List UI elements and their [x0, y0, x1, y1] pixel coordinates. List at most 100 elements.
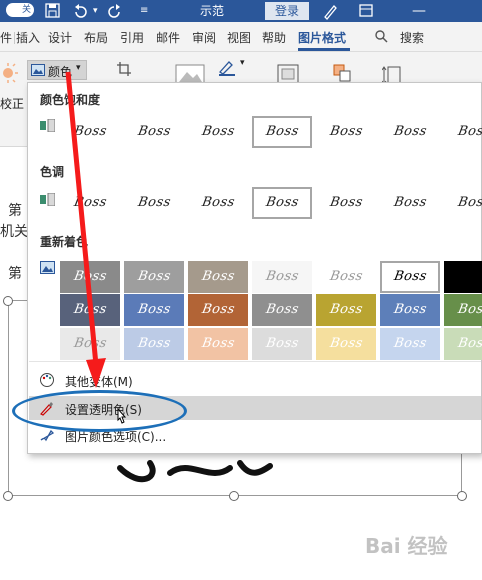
recolor-option[interactable]: Boss: [316, 328, 376, 360]
thumb-text: Boss: [200, 336, 236, 351]
thumb-text: Boss: [136, 269, 172, 284]
saturation-option[interactable]: Boss: [252, 116, 312, 148]
recolor-option[interactable]: Boss: [60, 328, 120, 360]
thumb-text: Boss: [72, 124, 108, 139]
sun-icon: [0, 62, 20, 87]
thumb-text: Boss: [72, 336, 108, 351]
saturation-option[interactable]: Boss: [380, 116, 440, 148]
tone-option[interactable]: Boss: [188, 187, 248, 219]
tab-review[interactable]: 审阅: [192, 29, 216, 46]
tone-option[interactable]: Boss: [60, 187, 120, 219]
recolor-option[interactable]: Boss: [380, 261, 440, 293]
doc-title: 示范: [200, 4, 225, 18]
login-button[interactable]: 登录: [265, 2, 309, 20]
autosave-toggle[interactable]: 关: [6, 3, 34, 17]
tone-icon: [40, 193, 55, 206]
saturation-option[interactable]: Boss: [124, 116, 184, 148]
recolor-option[interactable]: Boss: [188, 294, 248, 326]
tab-view[interactable]: 视图: [227, 29, 251, 46]
color-button[interactable]: 颜色 ▾: [27, 60, 87, 80]
search-icon[interactable]: [374, 29, 388, 46]
thumb-text: Boss: [392, 124, 428, 139]
tab-picture-format[interactable]: 图片格式: [298, 29, 346, 46]
more-variations-item[interactable]: 其他变体(M): [29, 368, 481, 392]
recolor-option[interactable]: Boss: [188, 328, 248, 360]
recolor-option[interactable]: Boss: [252, 328, 312, 360]
recolor-option[interactable]: Boss: [252, 261, 312, 293]
thumb-text: Boss: [328, 302, 364, 317]
color-icon: [31, 64, 45, 79]
tab-help[interactable]: 帮助: [262, 29, 286, 46]
tab-mailings[interactable]: 邮件: [156, 29, 180, 46]
thumb-text: Boss: [456, 336, 482, 351]
saturation-option[interactable]: Boss: [444, 116, 482, 148]
thumb-text: Boss: [328, 269, 364, 284]
thumb-text: Boss: [392, 336, 428, 351]
thumb-text: Boss: [264, 269, 300, 284]
tab-insert[interactable]: 插入: [16, 29, 40, 46]
recolor-option[interactable]: Boss: [380, 294, 440, 326]
thumb-text: Boss: [392, 195, 428, 210]
tone-heading: 色调: [40, 165, 65, 179]
thumb-text: Boss: [136, 195, 172, 210]
tab-layout[interactable]: 布局: [84, 29, 108, 46]
thumb-text: Boss: [328, 124, 364, 139]
correct-button[interactable]: 校正: [0, 95, 24, 112]
undo-icon[interactable]: [72, 0, 90, 22]
recolor-option[interactable]: Boss: [60, 294, 120, 326]
tone-option[interactable]: Boss: [252, 187, 312, 219]
recolor-option[interactable]: Boss: [252, 294, 312, 326]
save-icon[interactable]: [45, 0, 61, 22]
recolor-option[interactable]: Boss: [444, 328, 482, 360]
customize-toolbar-icon[interactable]: ≡: [140, 0, 148, 22]
thumb-text: Boss: [136, 302, 172, 317]
tone-option[interactable]: Boss: [316, 187, 376, 219]
recolor-option[interactable]: Boss: [316, 294, 376, 326]
tab-design[interactable]: 设计: [48, 29, 72, 46]
resize-handle[interactable]: [3, 491, 13, 501]
picture-border-icon[interactable]: [217, 58, 239, 79]
saturation-option[interactable]: Boss: [188, 116, 248, 148]
saturation-option[interactable]: Boss: [60, 116, 120, 148]
undo-dropdown-icon[interactable]: ▾: [93, 0, 98, 22]
recolor-option[interactable]: Boss: [380, 328, 440, 360]
watermark: Bai 经验: [365, 534, 448, 558]
thumb-text: Boss: [136, 336, 172, 351]
doc-text-line: 第: [8, 203, 22, 219]
thumb-text: Boss: [72, 269, 108, 284]
recolor-option[interactable]: Boss: [444, 261, 482, 293]
thumb-text: Boss: [72, 302, 108, 317]
thumb-text: Boss: [264, 302, 300, 317]
resize-handle[interactable]: [3, 296, 13, 306]
thumb-text: Boss: [200, 269, 236, 284]
tab-references[interactable]: 引用: [120, 29, 144, 46]
thumb-text: Boss: [456, 124, 482, 139]
chevron-down-icon: ▾: [76, 63, 81, 73]
tab-file[interactable]: 件: [0, 29, 12, 46]
recolor-option[interactable]: Boss: [444, 294, 482, 326]
minimize-icon[interactable]: —: [412, 0, 426, 22]
recolor-option[interactable]: Boss: [124, 294, 184, 326]
crop-icon[interactable]: [117, 62, 131, 79]
brush-icon: [40, 429, 55, 442]
recolor-icon: [40, 261, 55, 274]
search-label[interactable]: 搜索: [400, 29, 424, 46]
recolor-option[interactable]: Boss: [124, 328, 184, 360]
pen-icon[interactable]: [322, 0, 338, 22]
thumb-text: Boss: [200, 195, 236, 210]
resize-handle[interactable]: [457, 491, 467, 501]
toggle-label: 关: [21, 5, 31, 15]
more-variations-label: 其他变体(M): [65, 375, 133, 389]
ribbon-display-icon[interactable]: [358, 0, 374, 22]
recolor-option[interactable]: Boss: [60, 261, 120, 293]
color-label: 颜色: [48, 65, 73, 79]
tone-option[interactable]: Boss: [444, 187, 482, 219]
chevron-down-icon[interactable]: ▾: [240, 58, 245, 68]
redo-icon[interactable]: [106, 0, 124, 22]
recolor-option[interactable]: Boss: [124, 261, 184, 293]
tone-option[interactable]: Boss: [380, 187, 440, 219]
tone-option[interactable]: Boss: [124, 187, 184, 219]
recolor-option[interactable]: Boss: [188, 261, 248, 293]
recolor-option[interactable]: Boss: [316, 261, 376, 293]
saturation-option[interactable]: Boss: [316, 116, 376, 148]
